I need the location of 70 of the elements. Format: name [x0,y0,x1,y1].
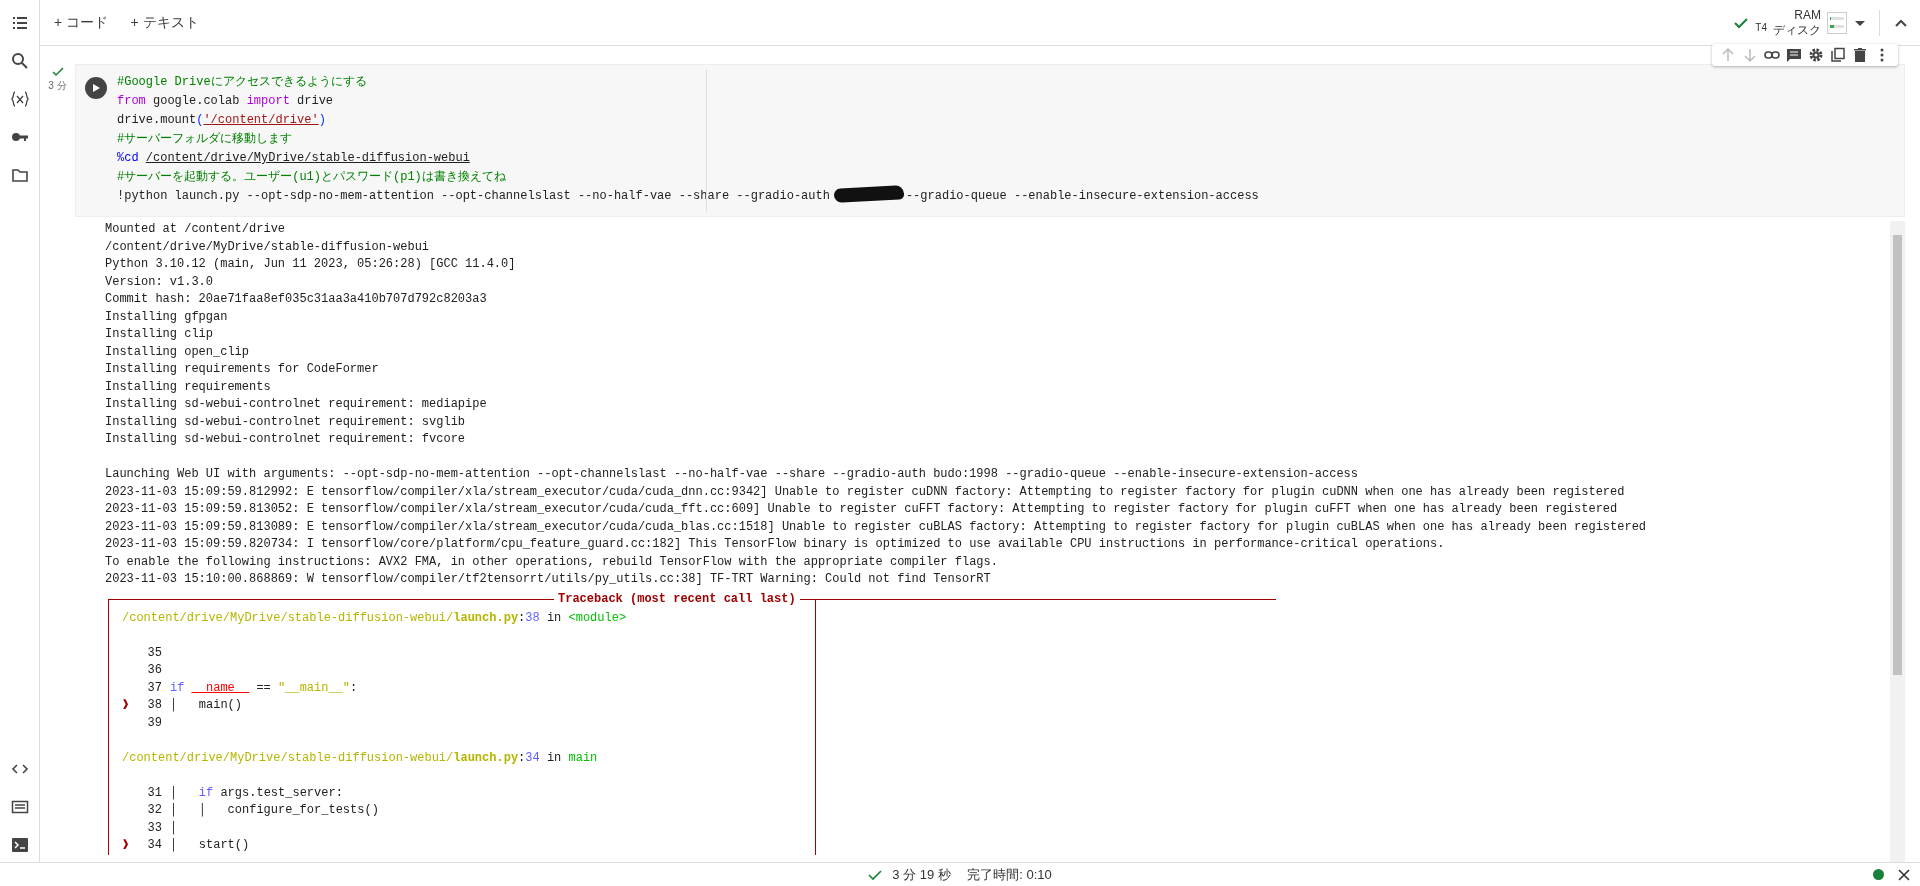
add-cell-button[interactable]: + テキスト [122,8,207,37]
code-line: %cd /content/drive/MyDrive/stable-diffusion-webui [117,150,471,167]
elapsed-time: 3 分 19 秒 [892,865,951,884]
close-icon[interactable] [1898,868,1910,881]
code-line: !python launch.py --opt-sdp-no-mem-attention --opt-channelslast --no-half-vae --share --gradio-auth --gradio-queue --enable-insecure-extension-access [117,187,1259,206]
line-number: 32 [146,802,162,819]
line-number: 34 [146,837,162,854]
gpu-label: T4 [1755,21,1767,36]
output-line: 2023-11-03 15:09:59.812992: E tensorflow/compiler/xla/stream_executor/cuda/cuda_dnn.cc:9342] Unable to register cuDNN factory: Attempting to register factory for plugin cuDNN when one has already been registered [105,483,1626,501]
search-icon[interactable] [10,52,29,70]
output-line: Installing requirements [105,378,272,396]
output-line: Mounted at /content/drive [105,221,287,238]
code-line: #サーバーを起動する。ユーザー(u1)とパスワード(p1)は書き換えてね [117,169,507,186]
line-number: 33 [146,819,162,837]
line-number: 39 [146,714,162,732]
settings-icon[interactable] [1808,47,1824,63]
command-palette-icon[interactable] [10,798,29,816]
code-line: #Google Driveにアクセスできるようにする [117,74,368,91]
code-line: │ main() [170,697,242,714]
run-button[interactable] [85,77,107,99]
line-number: 31 [146,784,162,802]
output-line: Installing open_clip [105,343,251,361]
disk-label: ディスク [1773,22,1821,37]
traceback-location: /content/drive/MyDrive/stable-diffusion-webui/launch.py:34 in main [122,749,599,767]
code-line: │ [170,819,178,837]
play-icon [91,83,101,93]
output-line: 2023-11-03 15:09:59.813052: E tensorflow/compiler/xla/stream_executor/cuda/cuda_fft.cc:609] Unable to register cuFFT factory: Attempting to register factory for plugin cuFFT when one has already been registered [105,501,1619,518]
output-line: Python 3.10.12 (main, Jun 11 2023, 05:26:28) [GCC 11.4.0] [105,256,517,273]
add-cell-button[interactable]: + コード [46,8,117,37]
output-line: Version: v1.3.0 [105,273,215,291]
line-number: 36 [146,662,162,679]
code-line: from google.colab import drive [117,93,335,110]
ram-label: RAM [1793,8,1821,23]
variables-icon[interactable] [10,90,29,108]
code-line: #サーバーフォルダに移動します [117,131,294,148]
line-number: 38 [146,697,162,714]
code-line: drive.mount('/content/drive') [117,112,327,129]
folder-icon[interactable] [10,166,29,184]
output-line: Installing gfpgan [105,308,229,326]
code-line: │ start() [170,837,250,854]
output-line: 2023-11-03 15:09:59.820734: I tensorflow/core/platform/cpu_feature_guard.cc:182] This TensorFlow binary is optimized to use available CPU instructions in performance-critical operations. [105,536,1446,553]
output-line: Installing sd-webui-controlnet requirement: svglib [105,413,467,431]
current-line-marker: ❱ [122,837,131,854]
resource-meter[interactable] [1827,11,1847,34]
line-number: 35 [146,644,162,662]
output-line: Commit hash: 20ae71faa8ef035c31aa3a410b707d792c8203a3 [105,291,488,308]
output-line: To enable the following instructions: AVX2 FMA, in other operations, rebuild TensorFlow with the appropriate compiler flags. [105,553,999,571]
table-of-contents-icon[interactable] [10,14,29,32]
line-number: 37 [146,679,162,697]
elapsed-time: 3 分 [48,79,67,93]
output-line: 2023-11-03 15:09:59.813089: E tensorflow/compiler/xla/stream_executor/cuda/cuda_blas.cc:1518] Unable to register cuBLAS factory: Attempting to register factory for plugin cuBLAS when one has already been registered [105,518,1648,536]
code-line: │ │ configure_for_tests() [170,802,379,819]
completion-time: 完了時間: 0:10 [967,865,1052,884]
output-line: Installing sd-webui-controlnet requirement: fvcore [105,431,467,448]
terminal-icon[interactable] [10,836,29,854]
traceback-location: /content/drive/MyDrive/stable-diffusion-webui/launch.py:38 in <module> [122,609,628,627]
code-line: │ if args.test_server: [170,784,343,802]
output-line: Installing clip [105,326,215,343]
output-line: 2023-11-03 15:10:00.868869: W tensorflow/compiler/tf2tensorrt/utils/py_utils.cc:38] TF-TRT Warning: Could not find TensorRT [105,571,992,588]
output-line: Installing sd-webui-controlnet requirement: mediapipe [105,396,488,413]
code-line: if __name__ == "__main__": [170,679,358,697]
delete-icon[interactable] [1852,47,1868,63]
code-cell[interactable] [75,64,1905,217]
output-line: Launching Web UI with arguments: --opt-sdp-no-mem-attention --opt-channelslast --no-half-vae --share --gradio-auth budo:1998 --gradio-queue --enable-insecure-extension-access [105,466,1359,483]
output-line: /content/drive/MyDrive/stable-diffusion-webui [105,238,431,256]
current-line-marker: ❱ [122,697,131,714]
output-line: Installing requirements for CodeFormer [105,361,380,378]
comment-icon[interactable] [1786,47,1802,63]
scrollbar[interactable] [1890,221,1905,862]
mirror-cell-icon[interactable] [1830,47,1846,63]
